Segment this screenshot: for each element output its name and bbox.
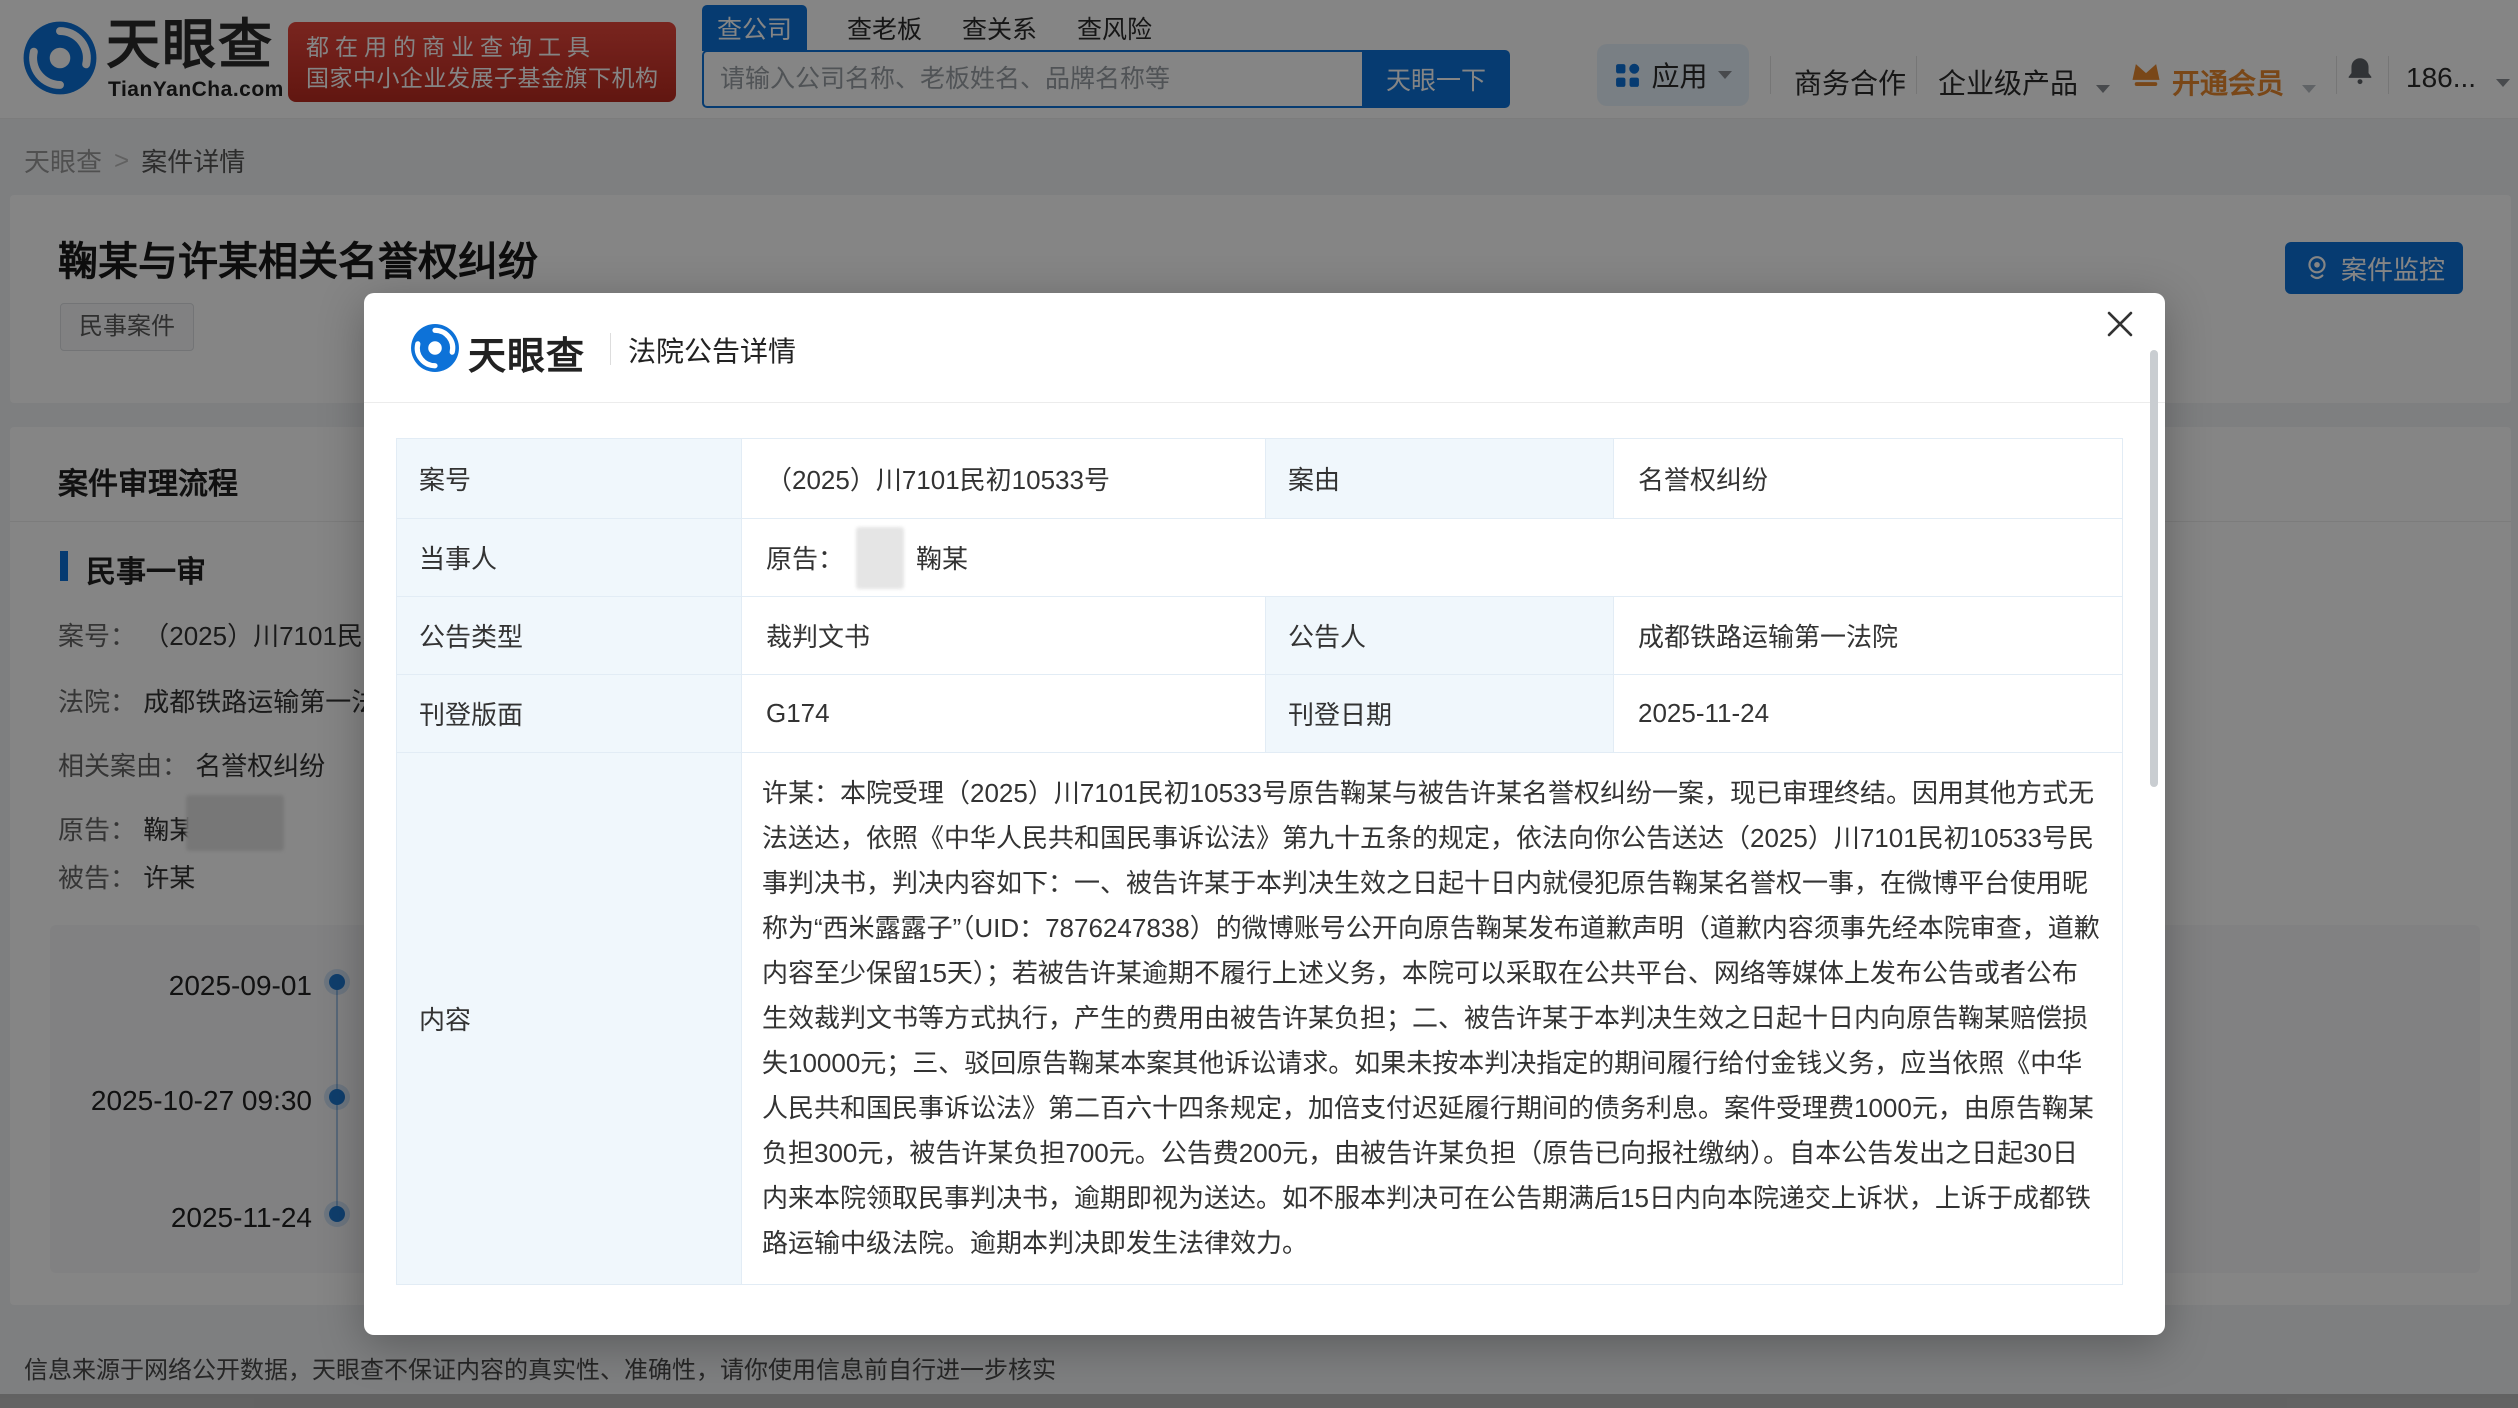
announcer-value: 成都铁路运输第一法院	[1614, 597, 2123, 675]
announcement-table: 案号 （2025）川7101民初10533号 案由 名誉权纠纷 当事人 原告： …	[396, 438, 2123, 1285]
modal-title: 法院公告详情	[628, 330, 796, 370]
party-label: 当事人	[397, 519, 742, 597]
party-value: 原告： 鞠某	[742, 519, 2123, 597]
table-row: 公告类型 裁判文书 公告人 成都铁路运输第一法院	[397, 597, 2123, 675]
announcer-label: 公告人	[1266, 597, 1614, 675]
content-label: 内容	[397, 753, 742, 1285]
modal-brand: 天眼查	[468, 325, 585, 380]
announcement-content: 许某：本院受理（2025）川7101民初10533号原告鞠某与被告许某名誉权纠纷…	[742, 753, 2123, 1285]
page-value: G174	[742, 675, 1266, 753]
table-row: 案号 （2025）川7101民初10533号 案由 名誉权纠纷	[397, 439, 2123, 519]
divider	[610, 333, 611, 365]
modal-header: 天眼查 法院公告详情	[364, 293, 2165, 403]
modal-scrollbar-thumb[interactable]	[2150, 350, 2158, 787]
tianyancha-logo-icon	[410, 323, 460, 373]
party-name: 鞠某	[916, 539, 968, 576]
type-value: 裁判文书	[742, 597, 1266, 675]
date-label: 刊登日期	[1266, 675, 1614, 753]
case-no-label: 案号	[397, 439, 742, 519]
date-value: 2025-11-24	[1614, 675, 2123, 753]
redacted-party-block	[856, 527, 904, 589]
table-row: 当事人 原告： 鞠某	[397, 519, 2123, 597]
party-prefix: 原告：	[766, 539, 844, 576]
case-no-value: （2025）川7101民初10533号	[742, 439, 1266, 519]
page-label: 刊登版面	[397, 675, 742, 753]
table-row: 内容 许某：本院受理（2025）川7101民初10533号原告鞠某与被告许某名誉…	[397, 753, 2123, 1285]
type-label: 公告类型	[397, 597, 742, 675]
table-row: 刊登版面 G174 刊登日期 2025-11-24	[397, 675, 2123, 753]
cause-label: 案由	[1266, 439, 1614, 519]
cause-value: 名誉权纠纷	[1614, 439, 2123, 519]
court-announcement-modal: 天眼查 法院公告详情 案号 （2025）川7101民初10533号 案由 名誉权…	[364, 293, 2165, 1335]
page: 天眼查 TianYanCha.com 都在用的商业查询工具 国家中小企业发展子基…	[0, 0, 2518, 1408]
close-icon[interactable]	[2103, 307, 2137, 341]
